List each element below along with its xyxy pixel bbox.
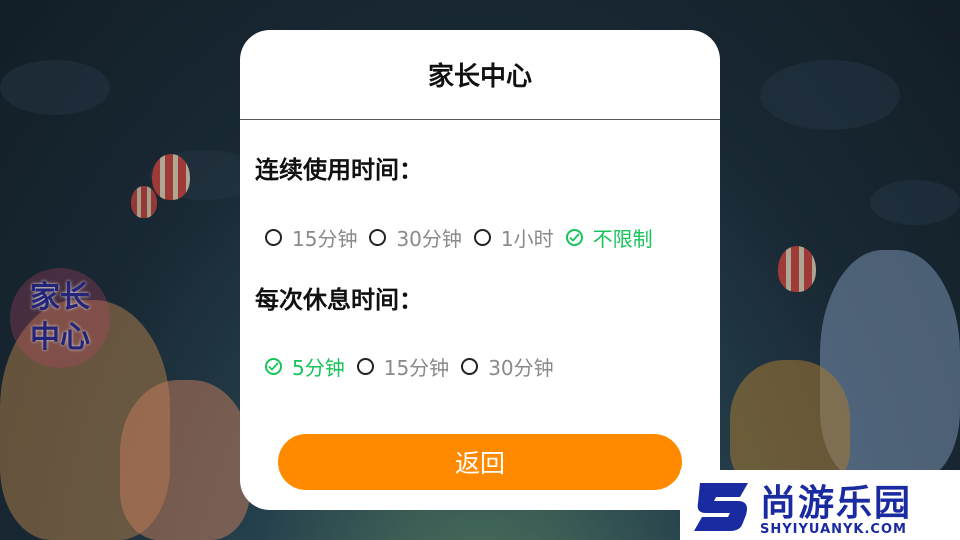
radio-unchecked-icon [265, 229, 282, 246]
brand-name: 尚游乐园 [760, 483, 913, 524]
rest-time-label: 每次休息时间： [255, 286, 423, 314]
usage-option-1hour[interactable]: 1小时 [473, 223, 554, 252]
back-button[interactable]: 返回 [278, 434, 682, 490]
radio-unchecked-icon [356, 358, 374, 375]
rest-option-5min[interactable]: 5分钟 [265, 352, 345, 381]
option-label: 15分钟 [383, 356, 450, 380]
usage-time-options: 15分钟 30分钟 1小时 不限制 [265, 223, 665, 252]
option-label: 5分钟 [292, 356, 345, 380]
rest-time-options: 5分钟 15分钟 30分钟 [265, 352, 566, 381]
dialog-title: 家长中心 [240, 30, 720, 120]
option-label: 不限制 [592, 227, 653, 251]
brand-logo-icon [694, 483, 748, 531]
parent-center-dialog: 家长中心 连续使用时间： 15分钟 30分钟 1小时 不限制 每次休息时间： 5… [240, 30, 720, 510]
site-watermark: 尚游乐园 SHYIYUANYK.COM [680, 470, 960, 540]
usage-option-unlimited[interactable]: 不限制 [565, 223, 653, 252]
option-label: 15分钟 [292, 227, 358, 251]
radio-unchecked-icon [473, 229, 491, 246]
usage-time-label: 连续使用时间： [255, 156, 423, 184]
brand-url: SHYIYUANYK.COM [760, 522, 907, 537]
option-label: 1小时 [500, 227, 554, 251]
usage-option-15min[interactable]: 15分钟 [265, 223, 357, 252]
radio-checked-icon [265, 358, 282, 375]
option-label: 30分钟 [488, 356, 554, 380]
radio-unchecked-icon [369, 229, 387, 246]
radio-unchecked-icon [461, 358, 479, 375]
rest-option-30min[interactable]: 30分钟 [461, 352, 554, 381]
usage-option-30min[interactable]: 30分钟 [369, 223, 462, 252]
rest-option-15min[interactable]: 15分钟 [356, 352, 450, 381]
option-label: 30分钟 [396, 227, 462, 251]
radio-checked-icon [565, 229, 583, 246]
